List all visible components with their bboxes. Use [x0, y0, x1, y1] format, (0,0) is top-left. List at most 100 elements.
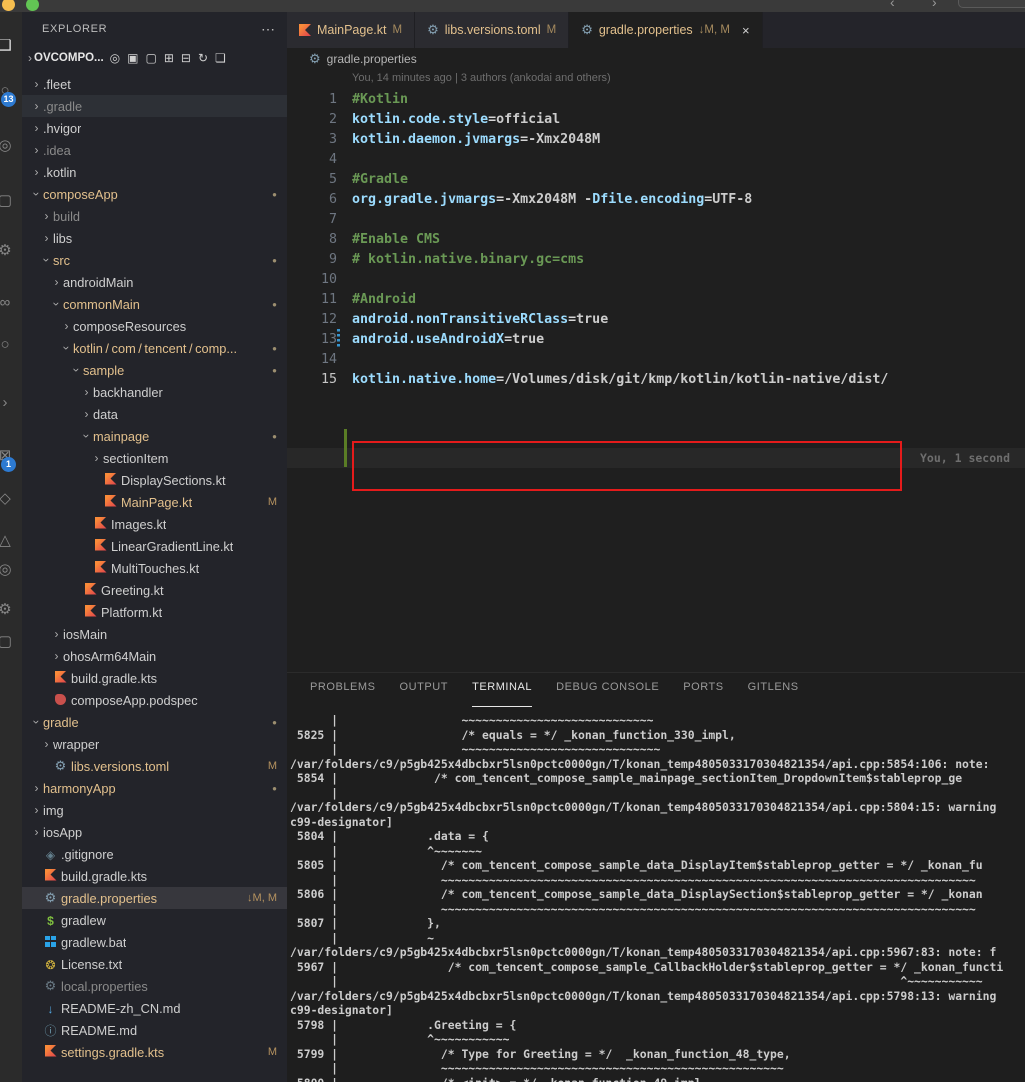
collapse-all-icon[interactable]: ❏: [215, 51, 226, 65]
chevron-right-icon: ›: [30, 803, 43, 817]
tree-item-backhandler[interactable]: ›backhandler: [22, 381, 287, 403]
tree-item-.idea[interactable]: ›.idea: [22, 139, 287, 161]
tree-item-.gitignore[interactable]: ◈.gitignore: [22, 843, 287, 865]
circle-icon[interactable]: ○: [0, 336, 17, 353]
tree-item-kotlin-com-tencent-comp...[interactable]: ›kotlin / com / tencent / comp...●: [22, 337, 287, 359]
tab-gradle.properties[interactable]: ⚙gradle.properties↓M, M×: [569, 12, 762, 48]
tree-item-composeapp[interactable]: ›composeApp●: [22, 183, 287, 205]
breadcrumb[interactable]: ⚙ gradle.properties: [287, 48, 1025, 70]
tree-item-build.gradle.kts[interactable]: build.gradle.kts: [22, 865, 287, 887]
tree-item-images.kt[interactable]: Images.kt: [22, 513, 287, 535]
tree-item-commonmain[interactable]: ›commonMain●: [22, 293, 287, 315]
flask-icon[interactable]: △: [0, 531, 17, 549]
minimize-button[interactable]: [2, 0, 15, 11]
chevron-down-icon: ›: [60, 342, 74, 355]
diamond-icon[interactable]: ◇: [0, 489, 17, 507]
nav-forward-icon[interactable]: ›: [932, 0, 937, 10]
gitlens-line-blame: You, 1 second: [920, 448, 1025, 468]
tree-item-greeting.kt[interactable]: Greeting.kt: [22, 579, 287, 601]
tree-item-displaysections.kt[interactable]: DisplaySections.kt: [22, 469, 287, 491]
tree-item-.gradle[interactable]: ›.gradle: [22, 95, 287, 117]
tree-item-multitouches.kt[interactable]: MultiTouches.kt: [22, 557, 287, 579]
kotlin-file-icon: [95, 539, 107, 551]
tree-item-sample[interactable]: ›sample●: [22, 359, 287, 381]
tree-item-mainpage[interactable]: ›mainpage●: [22, 425, 287, 447]
tree-item-lineargradientline.kt[interactable]: LinearGradientLine.kt: [22, 535, 287, 557]
target-icon[interactable]: ◎: [0, 560, 17, 578]
command-center[interactable]: [958, 0, 1025, 8]
kotlin-file-icon: [92, 561, 109, 576]
build-gear-icon[interactable]: ⚙: [0, 241, 17, 259]
tree-item-readme.md[interactable]: ⓘREADME.md: [22, 1019, 287, 1041]
chevron-icon[interactable]: ›: [0, 394, 17, 411]
tree-item-local.properties[interactable]: ⚙local.properties: [22, 975, 287, 997]
explorer-more-actions-icon[interactable]: ⋯: [261, 21, 275, 38]
panel-tabs: PROBLEMS OUTPUT TERMINAL DEBUG CONSOLE PORTS…: [287, 673, 1025, 707]
nav-back-icon[interactable]: ‹: [890, 0, 895, 10]
tree-item-ohosarm64main[interactable]: ›ohosArm64Main: [22, 645, 287, 667]
new-folder-icon[interactable]: ⊟: [181, 51, 191, 65]
panel-tab-problems[interactable]: PROBLEMS: [310, 681, 376, 707]
panel-tab-terminal[interactable]: TERMINAL: [472, 681, 532, 707]
gitlens-file-blame: You, 14 minutes ago | 3 authors (ankodai…: [352, 72, 611, 84]
tree-item-.fleet[interactable]: ›.fleet: [22, 73, 287, 95]
tree-item-src[interactable]: ›src●: [22, 249, 287, 271]
tree-item-gradle[interactable]: ›gradle●: [22, 711, 287, 733]
tree-item-label: src: [53, 253, 70, 268]
code-line-9: # kotlin.native.binary.gc=cms: [352, 250, 584, 270]
history-icon[interactable]: ◎: [0, 136, 17, 154]
code-line-1: #Kotlin: [352, 90, 408, 110]
tree-item-.kotlin[interactable]: ›.kotlin: [22, 161, 287, 183]
tree-item-wrapper[interactable]: ›wrapper: [22, 733, 287, 755]
package-icon[interactable]: ▢: [0, 191, 17, 209]
tree-item-iosmain[interactable]: ›iosMain: [22, 623, 287, 645]
tree-item-label: gradlew: [61, 913, 106, 928]
tree-item-libs.versions.toml[interactable]: ⚙libs.versions.tomlM: [22, 755, 287, 777]
tree-item-gradle.properties[interactable]: ⚙gradle.properties↓M, M: [22, 887, 287, 909]
refresh-icon[interactable]: ↻: [198, 51, 208, 65]
git-status-badge: M: [268, 760, 277, 772]
tree-item-androidmain[interactable]: ›androidMain: [22, 271, 287, 293]
panel-tab-debug-console[interactable]: DEBUG CONSOLE: [556, 681, 659, 707]
settings-icon[interactable]: ▢: [0, 632, 17, 650]
terminal-output[interactable]: | ~~~~~~~~~~~~~~~~~~~~~~~~~~~~ 5825 | /*…: [290, 713, 1025, 1082]
tree-item-build[interactable]: ›build: [22, 205, 287, 227]
tree-item-composeresources[interactable]: ›composeResources: [22, 315, 287, 337]
panel-tab-gitlens[interactable]: GITLENS: [748, 681, 799, 707]
panel-tab-output[interactable]: OUTPUT: [400, 681, 449, 707]
tree-item-build.gradle.kts[interactable]: build.gradle.kts: [22, 667, 287, 689]
tree-item-readme-zh-cn.md[interactable]: ↓README-zh_CN.md: [22, 997, 287, 1019]
tree-item-sectionitem[interactable]: ›sectionItem: [22, 447, 287, 469]
panel-tab-ports[interactable]: PORTS: [683, 681, 723, 707]
account-icon[interactable]: ⚙: [0, 600, 17, 618]
open-editors-icon[interactable]: ▣: [127, 51, 138, 65]
project-root-row[interactable]: › OVCOMPO... ◎▣▢⊞⊟↻❏: [22, 46, 287, 70]
chevron-right-icon: ›: [40, 209, 53, 223]
chevron-down-icon: ›: [30, 716, 44, 729]
extensions-icon[interactable]: ∞: [0, 294, 17, 311]
tree-item-label: .gradle: [43, 99, 82, 114]
folder-icon[interactable]: ▢: [145, 51, 156, 65]
tree-item-mainpage.kt[interactable]: MainPage.ktM: [22, 491, 287, 513]
tree-item-.hvigor[interactable]: ›.hvigor: [22, 117, 287, 139]
tree-item-gradlew[interactable]: $gradlew: [22, 909, 287, 931]
tree-item-data[interactable]: ›data: [22, 403, 287, 425]
tree-item-gradlew.bat[interactable]: gradlew.bat: [22, 931, 287, 953]
close-icon[interactable]: ×: [742, 23, 750, 38]
code-editor[interactable]: You, 1 second 1#Kotlin2kotlin.code.style…: [287, 90, 1025, 672]
tree-item-iosapp[interactable]: ›iosApp: [22, 821, 287, 843]
tree-item-img[interactable]: ›img: [22, 799, 287, 821]
new-file-icon[interactable]: ⊞: [164, 51, 174, 65]
tab-mainpage.kt[interactable]: MainPage.ktM: [287, 12, 415, 48]
tree-item-license.txt[interactable]: ❂License.txt: [22, 953, 287, 975]
tree-item-composeapp.podspec[interactable]: composeApp.podspec: [22, 689, 287, 711]
locate-file-icon[interactable]: ◎: [110, 51, 120, 65]
zoom-button[interactable]: [26, 0, 39, 11]
tree-item-label: backhandler: [93, 385, 163, 400]
tree-item-harmonyapp[interactable]: ›harmonyApp●: [22, 777, 287, 799]
tree-item-platform.kt[interactable]: Platform.kt: [22, 601, 287, 623]
tab-libs.versions.toml[interactable]: ⚙libs.versions.tomlM: [415, 12, 569, 48]
tree-item-settings.gradle.kts[interactable]: settings.gradle.ktsM: [22, 1041, 287, 1063]
tree-item-libs[interactable]: ›libs: [22, 227, 287, 249]
explorer-icon[interactable]: ❏: [0, 36, 17, 54]
